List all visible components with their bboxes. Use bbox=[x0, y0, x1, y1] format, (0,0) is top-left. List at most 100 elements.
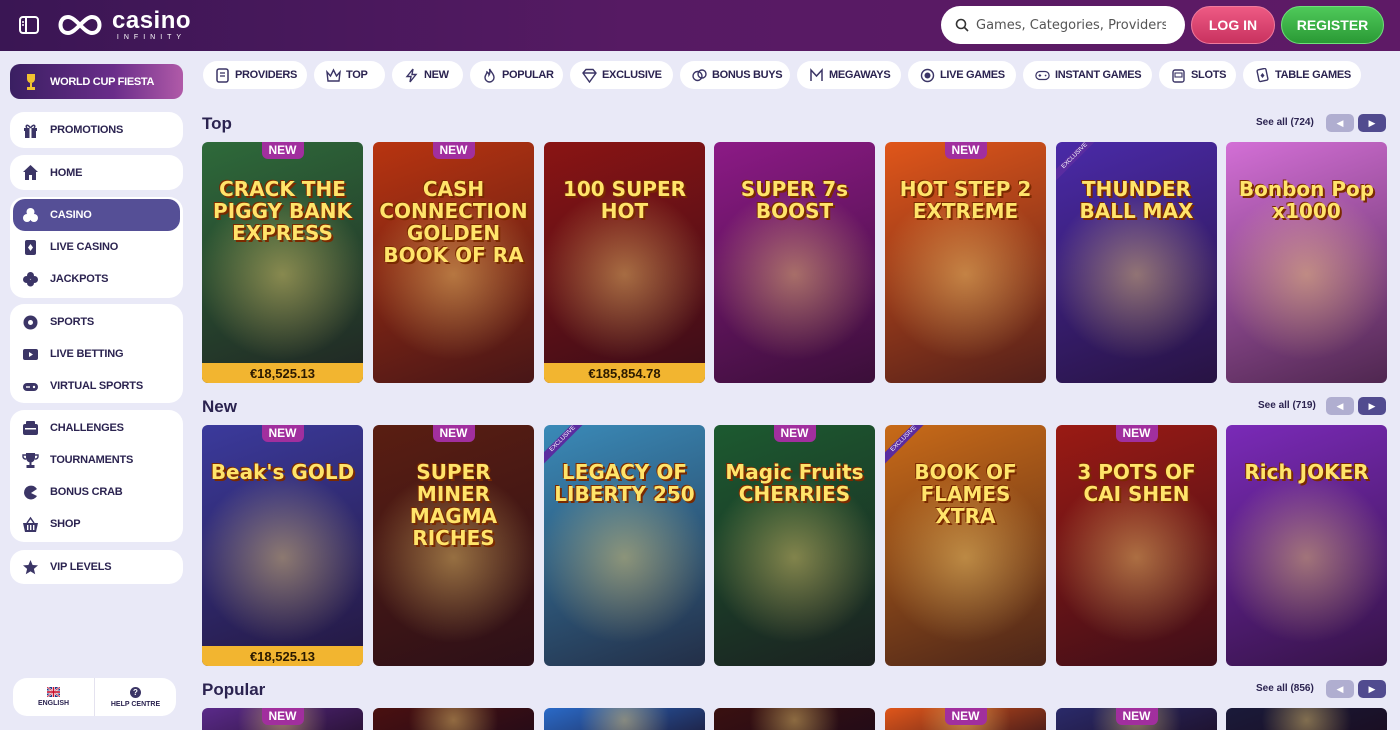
sidebar-item-vip-levels[interactable]: VIP LEVELS bbox=[10, 550, 183, 584]
game-tile[interactable]: Bonbon Pop x1000 bbox=[1226, 142, 1387, 383]
game-tile[interactable] bbox=[714, 708, 875, 730]
category-megaways[interactable]: MEGAWAYS bbox=[797, 61, 901, 89]
search-icon bbox=[955, 18, 969, 32]
brand-logo[interactable]: casino INFINITY bbox=[54, 9, 191, 41]
world-cup-fiesta-banner[interactable]: WORLD CUP FIESTA bbox=[10, 64, 183, 99]
category-top[interactable]: TOP bbox=[314, 61, 385, 89]
game-tile[interactable]: CRACK THE PIGGY BANK EXPRESS NEW €18,525… bbox=[202, 142, 363, 383]
sidebar-item-shop[interactable]: SHOP bbox=[10, 508, 183, 540]
sidebar-item-casino[interactable]: CASINO bbox=[13, 199, 180, 231]
sidebar-item-home[interactable]: HOME bbox=[10, 155, 183, 190]
sidebar-item-label: VIP LEVELS bbox=[50, 561, 112, 573]
carousel-prev-button[interactable]: ◀ bbox=[1326, 680, 1354, 698]
sidebar-item-virtual-sports[interactable]: VIRTUAL SPORTS bbox=[10, 370, 183, 402]
game-title: HOT STEP 2 EXTREME bbox=[899, 177, 1032, 223]
top-bar: casino INFINITY LOG IN REGISTER bbox=[0, 0, 1400, 51]
category-instant-games[interactable]: INSTANT GAMES bbox=[1023, 61, 1152, 89]
see-all-popular-link[interactable]: See all (856) bbox=[1256, 683, 1314, 694]
chevron-right-icon: ▶ bbox=[1368, 683, 1376, 694]
login-button[interactable]: LOG IN bbox=[1191, 6, 1275, 44]
new-badge: NEW bbox=[944, 142, 987, 159]
table-cards-icon bbox=[1255, 67, 1270, 83]
providers-icon bbox=[215, 67, 230, 83]
see-all-new-link[interactable]: See all (719) bbox=[1258, 400, 1316, 411]
sidebar-group-home: HOME bbox=[10, 155, 183, 190]
category-table-games[interactable]: TABLE GAMES bbox=[1243, 61, 1361, 89]
category-exclusive[interactable]: EXCLUSIVE bbox=[570, 61, 673, 89]
game-title: Beak's GOLD bbox=[210, 460, 355, 484]
sidebar-item-label: LIVE CASINO bbox=[50, 241, 119, 253]
game-tile[interactable]: CASH CONNECTION GOLDEN BOOK OF RA NEW bbox=[373, 142, 534, 383]
game-tile[interactable] bbox=[544, 708, 705, 730]
game-title: Magic Fruits CHERRIES bbox=[725, 460, 864, 506]
game-tile[interactable]: LEGACY OF LIBERTY 250 EXCLUSIVE bbox=[544, 425, 705, 666]
sidebar-toggle-icon[interactable] bbox=[18, 14, 40, 36]
sidebar-item-bonus-crab[interactable]: BONUS CRAB bbox=[10, 476, 183, 508]
game-tile[interactable] bbox=[1226, 708, 1387, 730]
carousel-next-button[interactable]: ▶ bbox=[1358, 397, 1386, 415]
sidebar-item-label: BONUS CRAB bbox=[50, 486, 123, 498]
game-tile[interactable]: Beak's GOLD NEW €18,525.13 bbox=[202, 425, 363, 666]
basket-icon bbox=[22, 516, 39, 533]
game-title: 3 POTS OF CAI SHEN bbox=[1077, 460, 1196, 506]
see-all-top-link[interactable]: See all (724) bbox=[1256, 117, 1314, 128]
new-badge: NEW bbox=[944, 708, 987, 725]
category-slots[interactable]: SLOTS bbox=[1159, 61, 1236, 89]
language-selector[interactable]: ENGLISH bbox=[13, 678, 94, 716]
category-new[interactable]: NEW bbox=[392, 61, 463, 89]
game-tile[interactable]: SUPER MINER MAGMA RICHES NEW bbox=[373, 425, 534, 666]
game-tile[interactable]: 3 POTS OF CAI SHEN NEW bbox=[1056, 425, 1217, 666]
sidebar-item-label: TOURNAMENTS bbox=[50, 454, 134, 466]
game-tile[interactable]: Rich JOKER bbox=[1226, 425, 1387, 666]
sidebar-item-promotions[interactable]: PROMOTIONS bbox=[10, 112, 183, 148]
sidebar-group-sports: SPORTS LIVE BETTING VIRTUAL SPORTS bbox=[10, 304, 183, 403]
carousel-next-button[interactable]: ▶ bbox=[1358, 680, 1386, 698]
challenge-icon bbox=[22, 420, 39, 437]
star-icon bbox=[22, 559, 39, 576]
carousel-next-button[interactable]: ▶ bbox=[1358, 114, 1386, 132]
sidebar-group-vip: VIP LEVELS bbox=[10, 550, 183, 584]
chevron-left-icon: ◀ bbox=[1336, 400, 1344, 411]
game-title: BOOK OF FLAMES XTRA bbox=[914, 460, 1017, 528]
game-tile[interactable]: HOT STEP 2 EXTREME NEW bbox=[885, 142, 1046, 383]
sidebar-item-live-casino[interactable]: LIVE CASINO bbox=[10, 231, 183, 263]
category-providers[interactable]: PROVIDERS bbox=[203, 61, 307, 89]
gift-icon bbox=[22, 122, 39, 139]
category-live-games[interactable]: LIVE GAMES bbox=[908, 61, 1016, 89]
game-title: 100 SUPER HOT bbox=[562, 177, 687, 223]
game-tile[interactable]: THUNDER BALL MAX EXCLUSIVE bbox=[1056, 142, 1217, 383]
game-tile[interactable]: Magic Fruits CHERRIES NEW bbox=[714, 425, 875, 666]
game-tile[interactable] bbox=[373, 708, 534, 730]
game-title: Bonbon Pop x1000 bbox=[1238, 177, 1375, 223]
carousel-prev-button[interactable]: ◀ bbox=[1326, 114, 1354, 132]
new-badge: NEW bbox=[1115, 708, 1158, 725]
game-title: CRACK THE PIGGY BANK EXPRESS bbox=[213, 177, 352, 245]
game-tile[interactable]: NEW bbox=[1056, 708, 1217, 730]
pill-label: BONUS BUYS bbox=[712, 69, 783, 81]
crown-icon bbox=[326, 67, 341, 83]
category-bonus-buys[interactable]: BONUS BUYS bbox=[680, 61, 790, 89]
new-badge: NEW bbox=[432, 142, 475, 159]
sidebar-item-sports[interactable]: SPORTS bbox=[10, 306, 183, 338]
sidebar-item-live-betting[interactable]: LIVE BETTING bbox=[10, 338, 183, 370]
sidebar-item-label: SPORTS bbox=[50, 316, 95, 328]
search-input[interactable] bbox=[976, 17, 1166, 33]
category-popular[interactable]: POPULAR bbox=[470, 61, 563, 89]
help-centre-link[interactable]: ? HELP CENTRE bbox=[94, 678, 176, 716]
pill-label: INSTANT GAMES bbox=[1055, 69, 1142, 81]
controller-icon bbox=[1035, 68, 1050, 83]
search-box[interactable] bbox=[941, 6, 1185, 44]
game-tile[interactable]: NEW bbox=[202, 708, 363, 730]
sidebar-item-tournaments[interactable]: TOURNAMENTS bbox=[10, 444, 183, 476]
sidebar-item-jackpots[interactable]: JACKPOTS bbox=[10, 263, 183, 295]
game-tile[interactable]: BOOK OF FLAMES XTRA EXCLUSIVE bbox=[885, 425, 1046, 666]
game-title: SUPER MINER MAGMA RICHES bbox=[409, 460, 498, 550]
carousel-prev-button[interactable]: ◀ bbox=[1326, 397, 1354, 415]
game-tile[interactable]: 100 SUPER HOT €185,854.78 bbox=[544, 142, 705, 383]
new-badge: NEW bbox=[261, 708, 304, 725]
pill-label: TABLE GAMES bbox=[1275, 69, 1351, 81]
game-tile[interactable]: NEW bbox=[885, 708, 1046, 730]
game-tile[interactable]: SUPER 7s BOOST bbox=[714, 142, 875, 383]
register-button[interactable]: REGISTER bbox=[1281, 6, 1384, 44]
sidebar-item-challenges[interactable]: CHALLENGES bbox=[10, 412, 183, 444]
